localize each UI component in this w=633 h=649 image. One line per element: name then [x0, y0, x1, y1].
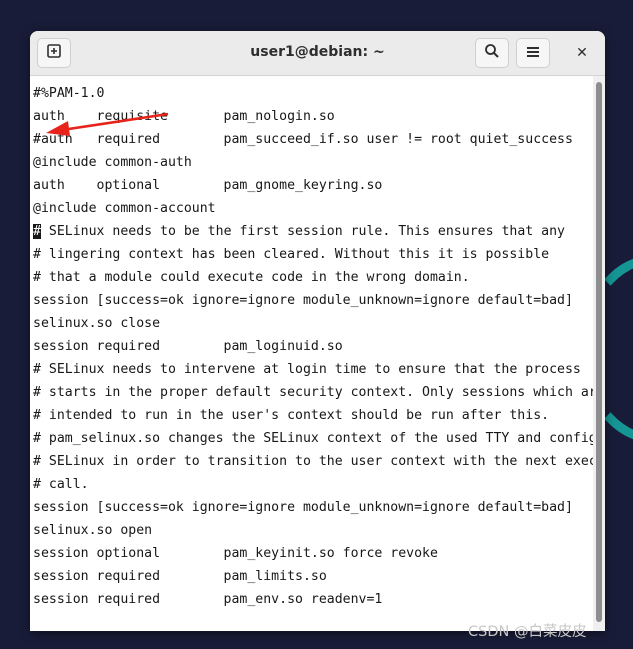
terminal-line: session required pam_loginuid.so [33, 339, 343, 354]
hamburger-menu-icon [526, 44, 540, 63]
terminal-line: # call. [33, 477, 89, 492]
terminal-line: @include common-auth [33, 155, 192, 170]
close-icon: ✕ [576, 45, 588, 61]
terminal-line: # pam_selinux.so changes the SELinux con… [33, 431, 593, 446]
new-tab-icon [46, 43, 62, 63]
terminal-line: # that a module could execute code in th… [33, 270, 470, 285]
terminal-line: auth optional pam_gnome_keyring.so [33, 178, 383, 193]
terminal-line: session required pam_env.so readenv=1 [33, 592, 383, 607]
search-icon [484, 43, 500, 63]
terminal-line: session [success=ok ignore=ignore module… [33, 293, 573, 308]
search-button[interactable] [475, 38, 509, 68]
annotation-arrow-icon [46, 112, 169, 136]
terminal-line: selinux.so close [33, 316, 161, 331]
terminal-line: selinux.so open [33, 523, 153, 538]
new-tab-button[interactable] [37, 38, 71, 68]
terminal-cursor: # [33, 224, 41, 239]
terminal-line: # starts in the proper default security … [33, 385, 593, 400]
terminal-line: # SELinux in order to transition to the … [33, 454, 593, 469]
terminal-scrollbar[interactable] [593, 76, 605, 631]
terminal-content[interactable]: #%PAM-1.0 auth requisite pam_nologin.so … [30, 76, 593, 631]
terminal-line: session optional pam_keyinit.so force re… [33, 546, 438, 561]
terminal-line-text: SELinux needs to be the first session ru… [40, 224, 565, 239]
terminal-line: # SELinux needs to intervene at login ti… [33, 362, 581, 377]
desktop-background: user1@debian: ~ ✕ #%PAM-1.0 auth requisi… [0, 0, 633, 649]
terminal-line: #%PAM-1.0 [33, 86, 105, 101]
watermark: CSDN @白菜皮皮 [468, 624, 587, 640]
close-button[interactable]: ✕ [572, 43, 592, 63]
menu-button[interactable] [516, 38, 550, 68]
terminal-line: session [success=ok ignore=ignore module… [33, 500, 573, 515]
scrollbar-thumb[interactable] [596, 82, 602, 622]
terminal-line: # intended to run in the user's context … [33, 408, 550, 423]
terminal-line: @include common-account [33, 201, 216, 216]
terminal-lines: #%PAM-1.0 auth requisite pam_nologin.so … [33, 82, 593, 611]
terminal-line: session required pam_limits.so [33, 569, 327, 584]
window-titlebar[interactable]: user1@debian: ~ ✕ [30, 31, 605, 76]
terminal-line: # lingering context has been cleared. Wi… [33, 247, 550, 262]
terminal-cursor-line: # SELinux needs to be the first session … [33, 220, 593, 243]
